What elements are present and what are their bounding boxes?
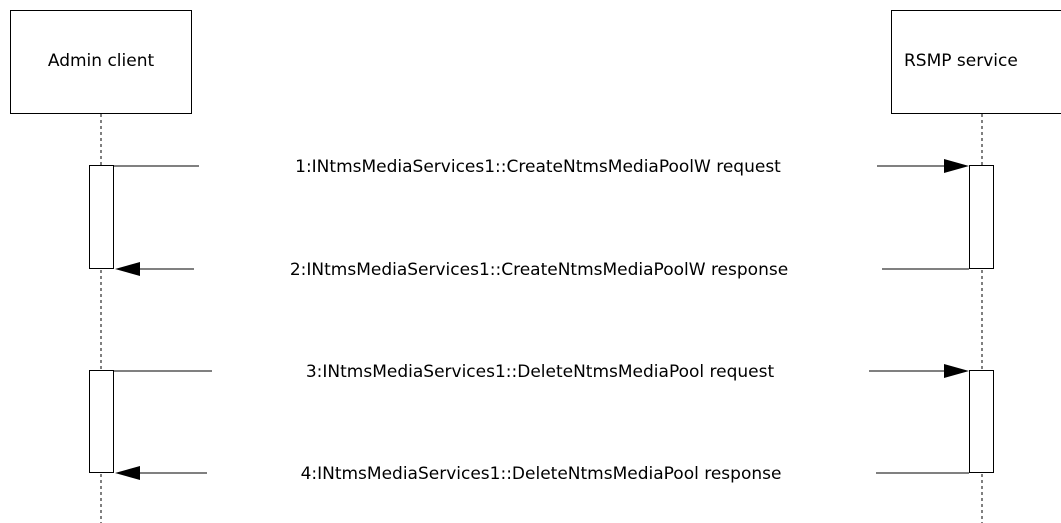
arrowhead-right [944, 159, 969, 173]
message-3: 3:INtmsMediaServices1::DeleteNtmsMediaPo… [114, 362, 969, 382]
client-activation-1 [89, 165, 114, 269]
message-1: 1:INtmsMediaServices1::CreateNtmsMediaPo… [114, 157, 969, 177]
participant-rsmp-service: RSMP service [891, 10, 1061, 114]
arrowhead-left [115, 262, 140, 276]
participant-label: Admin client [48, 51, 155, 71]
participant-label: RSMP service [904, 51, 1018, 71]
message-2: 2:INtmsMediaServices1::CreateNtmsMediaPo… [115, 260, 969, 280]
server-activation-1 [969, 165, 994, 269]
arrowhead-left [115, 466, 140, 480]
server-activation-2 [969, 370, 994, 473]
arrowhead-right [944, 364, 969, 378]
message-label: 1:INtmsMediaServices1::CreateNtmsMediaPo… [295, 157, 781, 177]
participant-admin-client: Admin client [10, 10, 192, 114]
message-4: 4:INtmsMediaServices1::DeleteNtmsMediaPo… [115, 464, 969, 484]
message-label: 3:INtmsMediaServices1::DeleteNtmsMediaPo… [306, 362, 775, 382]
client-activation-2 [89, 370, 114, 473]
message-label: 4:INtmsMediaServices1::DeleteNtmsMediaPo… [301, 464, 782, 484]
message-label: 2:INtmsMediaServices1::CreateNtmsMediaPo… [290, 260, 788, 280]
sequence-diagram: Admin client RSMP service 1:INtmsMediaSe… [10, 10, 1061, 523]
